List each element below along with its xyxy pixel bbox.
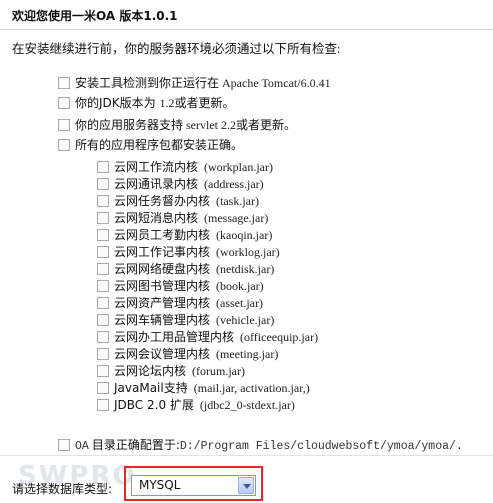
check-value: Apache Tomcat/6.0.41 xyxy=(219,76,331,90)
package-item: 云网图书管理内核 (book.jar) xyxy=(97,278,264,294)
check-item-servlet: 你的应用服务器支持 servlet 2.2或者更新。 xyxy=(58,117,296,133)
package-file: (jdbc2_0-stdext.jar) xyxy=(199,398,295,412)
checkbox-icon[interactable] xyxy=(97,161,109,174)
check-label: 你的应用服务器支持 xyxy=(75,118,184,132)
package-item: 云网员工考勤内核 (kaoqin.jar) xyxy=(97,227,272,243)
package-file: (kaoqin.jar) xyxy=(216,228,273,242)
package-name: 云网会议管理内核 xyxy=(114,347,211,361)
config-path: D:/Program Files/cloudwebsoft/ymoa/ymoa/… xyxy=(179,440,463,453)
package-name: 云网论坛内核 xyxy=(114,364,187,378)
config-prefix: OA xyxy=(75,440,89,453)
package-item: 云网办工用品管理内核 (officeequip.jar) xyxy=(97,329,318,345)
config-label: 目录正确配置于: xyxy=(91,438,180,452)
package-file: (mail.jar, activation.jar,) xyxy=(193,381,310,395)
package-item: 云网工作流内核 (workplan.jar) xyxy=(97,159,273,175)
package-name: 云网通讯录内核 xyxy=(114,177,199,191)
checkbox-icon[interactable] xyxy=(97,348,109,361)
package-item: JDBC 2.0 扩展 (jdbc2_0-stdext.jar) xyxy=(97,397,295,413)
package-name: 云网工作流内核 xyxy=(114,160,199,174)
package-name: 云网办工用品管理内核 xyxy=(114,330,235,344)
package-file: (worklog.jar) xyxy=(216,245,280,259)
package-file: (book.jar) xyxy=(216,279,264,293)
page-title: 欢迎您使用一米OA 版本1.0.1 xyxy=(12,9,178,23)
package-item: 云网网络硬盘内核 (netdisk.jar) xyxy=(97,261,274,277)
checkbox-icon[interactable] xyxy=(97,297,109,310)
package-name: 云网图书管理内核 xyxy=(114,279,211,293)
check-item-config: OA 目录正确配置于:D:/Program Files/cloudwebsoft… xyxy=(58,437,463,453)
package-name: 云网车辆管理内核 xyxy=(114,313,211,327)
package-file: (address.jar) xyxy=(204,177,264,191)
package-name: 云网短消息内核 xyxy=(114,211,199,225)
package-file: (message.jar) xyxy=(204,211,269,225)
package-file: (officeequip.jar) xyxy=(240,330,319,344)
package-item: 云网通讯录内核 (address.jar) xyxy=(97,176,264,192)
package-item: 云网任务督办内核 (task.jar) xyxy=(97,193,259,209)
package-file: (vehicle.jar) xyxy=(216,313,275,327)
checkbox-icon[interactable] xyxy=(58,439,70,452)
checkbox-icon[interactable] xyxy=(97,229,109,242)
package-name: 云网资产管理内核 xyxy=(114,296,211,310)
checkbox-icon[interactable] xyxy=(97,399,109,412)
package-item: JavaMail支持 (mail.jar, activation.jar,) xyxy=(97,380,310,396)
chevron-down-icon[interactable] xyxy=(238,477,254,494)
package-file: (task.jar) xyxy=(216,194,259,208)
check-item-packages: 所有的应用程序包都安装正确。 xyxy=(58,137,243,153)
package-name: JDBC 2.0 扩展 xyxy=(114,398,194,412)
checkbox-icon[interactable] xyxy=(97,331,109,344)
section-divider xyxy=(0,455,493,456)
package-file: (forum.jar) xyxy=(192,364,245,378)
package-file: (workplan.jar) xyxy=(204,160,273,174)
intro-text: 在安装继续进行前，你的服务器环境必须通过以下所有检查: xyxy=(12,42,341,56)
checkbox-icon[interactable] xyxy=(58,139,70,152)
check-value: servlet 2.2 xyxy=(183,118,237,132)
check-label: 你的JDK版本为 xyxy=(75,96,160,110)
package-file: (asset.jar) xyxy=(216,296,263,310)
db-type-select[interactable]: MYSQL xyxy=(131,475,256,496)
check-label: 安装工具检测到你正运行在 xyxy=(75,76,220,90)
checkbox-icon[interactable] xyxy=(97,365,109,378)
checkbox-icon[interactable] xyxy=(58,97,70,110)
checkbox-icon[interactable] xyxy=(97,195,109,208)
check-value: 1.2 xyxy=(159,96,175,110)
db-type-value: MYSQL xyxy=(139,478,181,492)
checkbox-icon[interactable] xyxy=(97,246,109,259)
check-after: 或者更新。 xyxy=(236,118,297,132)
package-item: 云网工作记事内核 (worklog.jar) xyxy=(97,244,280,260)
package-item: 云网短消息内核 (message.jar) xyxy=(97,210,268,226)
checkbox-icon[interactable] xyxy=(97,382,109,395)
package-name: JavaMail支持 xyxy=(114,381,188,395)
checkbox-icon[interactable] xyxy=(58,77,70,90)
package-item: 云网论坛内核 (forum.jar) xyxy=(97,363,245,379)
checkbox-icon[interactable] xyxy=(97,314,109,327)
check-item-jdk: 你的JDK版本为 1.2或者更新。 xyxy=(58,95,234,111)
package-name: 云网网络硬盘内核 xyxy=(114,262,211,276)
checkbox-icon[interactable] xyxy=(97,212,109,225)
checkbox-icon[interactable] xyxy=(97,280,109,293)
package-file: (meeting.jar) xyxy=(216,347,279,361)
package-item: 云网资产管理内核 (asset.jar) xyxy=(97,295,263,311)
package-name: 云网工作记事内核 xyxy=(114,245,211,259)
check-label: 所有的应用程序包都安装正确。 xyxy=(75,138,244,152)
db-type-label: 请选择数据库类型: xyxy=(12,482,113,496)
checkbox-icon[interactable] xyxy=(97,178,109,191)
title-divider xyxy=(0,29,493,30)
package-name: 云网员工考勤内核 xyxy=(114,228,211,242)
package-item: 云网会议管理内核 (meeting.jar) xyxy=(97,346,278,362)
package-name: 云网任务督办内核 xyxy=(114,194,211,208)
package-item: 云网车辆管理内核 (vehicle.jar) xyxy=(97,312,274,328)
package-file: (netdisk.jar) xyxy=(216,262,275,276)
checkbox-icon[interactable] xyxy=(97,263,109,276)
checkbox-icon[interactable] xyxy=(58,119,70,132)
check-item-tomcat: 安装工具检测到你正运行在 Apache Tomcat/6.0.41 xyxy=(58,75,331,91)
check-after: 或者更新。 xyxy=(174,96,235,110)
